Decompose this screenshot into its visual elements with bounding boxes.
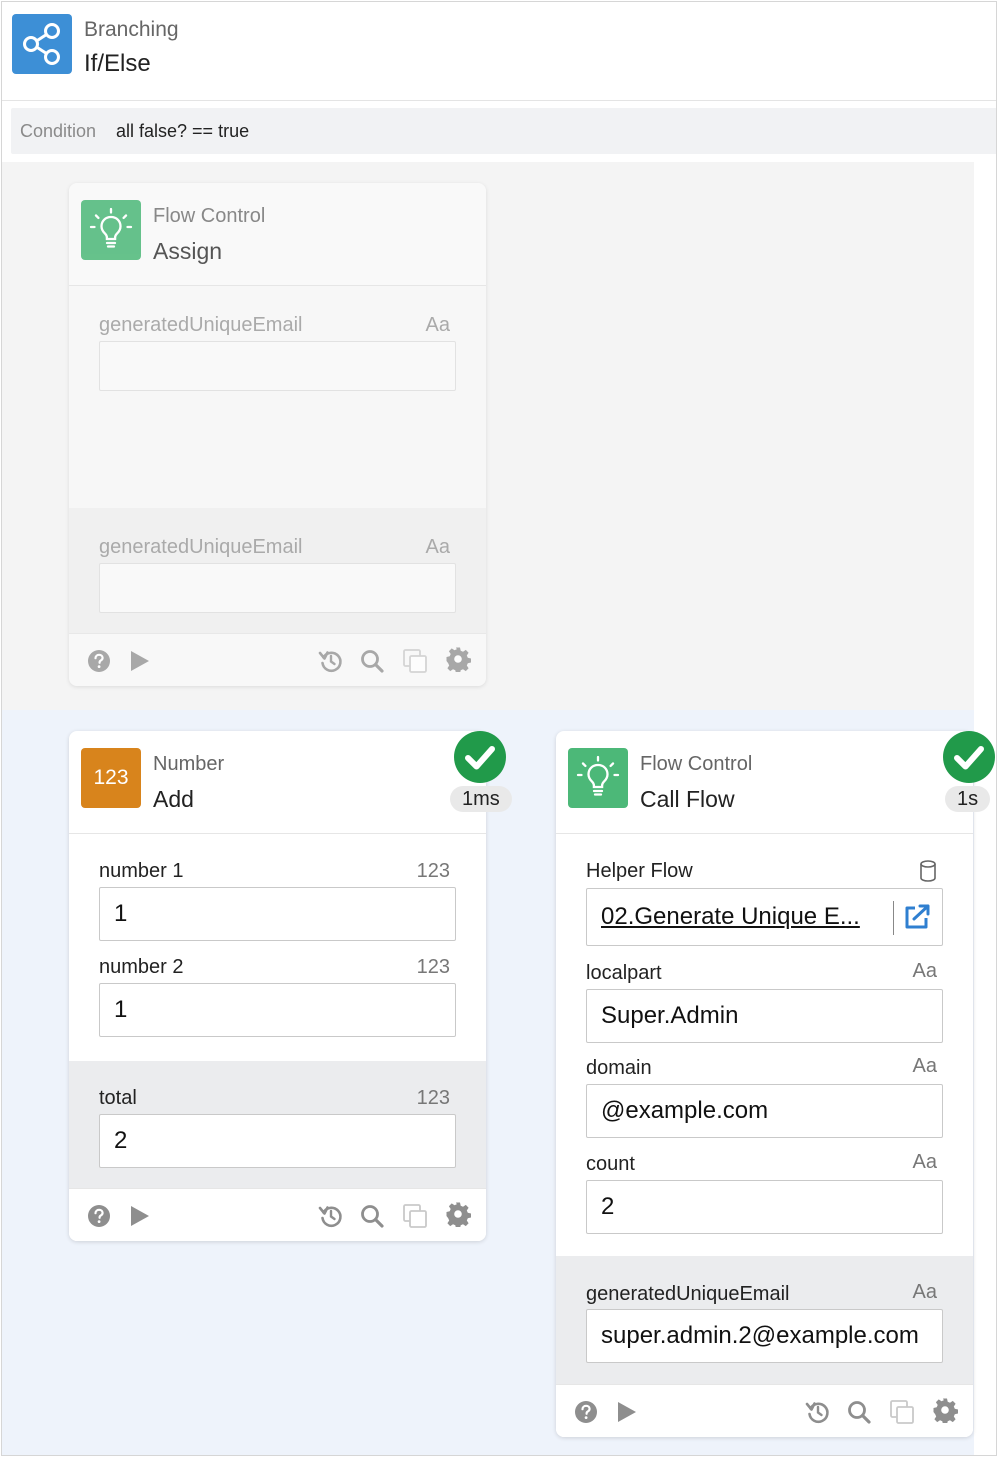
gear-icon[interactable] <box>445 1201 471 1227</box>
field-label: generatedUniqueEmail <box>99 536 303 558</box>
field-label: localpart <box>586 962 662 984</box>
field-label: generatedUniqueEmail <box>586 1283 790 1305</box>
card-toolbar <box>69 1188 486 1241</box>
card-toolbar <box>69 633 486 686</box>
field-label: count <box>586 1153 635 1175</box>
copy-icon[interactable] <box>402 648 428 674</box>
field-label: total <box>99 1087 137 1109</box>
divider <box>893 901 894 935</box>
inputs-section: number 1 123 1 number 2 123 1 <box>69 834 486 1061</box>
assign-card[interactable]: Flow Control Assign generatedUniqueEmail… <box>69 183 486 686</box>
search-icon[interactable] <box>359 648 385 674</box>
card-category: Flow Control <box>153 205 266 227</box>
card-title: Add <box>153 786 194 812</box>
card-title: Assign <box>153 238 223 264</box>
field-label: number 2 <box>99 956 184 978</box>
duration-badge: 1ms <box>450 786 512 812</box>
history-icon[interactable] <box>318 1203 344 1229</box>
gear-icon[interactable] <box>445 646 471 672</box>
run-icon[interactable] <box>126 1203 152 1229</box>
helper-flow-field[interactable]: 02.Generate Unique E... <box>586 888 943 946</box>
domain-input[interactable]: @example.com <box>586 1084 943 1138</box>
history-icon[interactable] <box>805 1399 831 1425</box>
card-category: Number <box>153 753 225 775</box>
success-check-icon <box>943 731 995 783</box>
add-card[interactable]: 123 Number Add 1ms number 1 123 1 number… <box>69 731 512 1241</box>
inputs-section: Helper Flow 02.Generate Unique E... loca… <box>556 834 973 1256</box>
field-label: Helper Flow <box>586 860 693 882</box>
card-title: Call Flow <box>640 786 735 812</box>
gear-icon[interactable] <box>932 1397 958 1423</box>
type-indicator: Aa <box>425 536 450 558</box>
outputs-section: generatedUniqueEmail Aa super.admin.2@ex… <box>556 1256 973 1385</box>
outputs-section: generatedUniqueEmail Aa <box>69 508 486 634</box>
total-output[interactable]: 2 <box>99 1114 456 1168</box>
field-label: generatedUniqueEmail <box>99 314 303 336</box>
header-title: If/Else <box>84 50 151 77</box>
copy-icon[interactable] <box>889 1399 915 1425</box>
run-icon[interactable] <box>613 1399 639 1425</box>
help-icon[interactable] <box>86 1203 112 1229</box>
generated-email-output[interactable]: super.admin.2@example.com <box>586 1309 943 1363</box>
assign-input-field[interactable] <box>99 341 456 391</box>
flow-canvas: Branching If/Else Condition all false? =… <box>1 1 997 1456</box>
count-input[interactable]: 2 <box>586 1180 943 1234</box>
copy-icon[interactable] <box>402 1203 428 1229</box>
help-icon[interactable] <box>86 648 112 674</box>
duration-badge: 1s <box>945 786 991 812</box>
type-indicator: 123 <box>416 1087 450 1109</box>
type-indicator: Aa <box>912 1055 937 1077</box>
database-icon <box>920 860 936 882</box>
inputs-section: generatedUniqueEmail Aa <box>69 286 486 508</box>
external-link-icon[interactable] <box>902 903 932 931</box>
success-check-icon <box>454 731 506 783</box>
lightbulb-icon <box>81 200 141 260</box>
number-icon: 123 <box>81 748 141 808</box>
type-indicator: Aa <box>912 1281 937 1303</box>
condition-bar[interactable]: Condition all false? == true <box>11 108 996 154</box>
type-indicator: 123 <box>416 956 450 978</box>
assign-output-field[interactable] <box>99 563 456 613</box>
outputs-section: total 123 2 <box>69 1061 486 1189</box>
search-icon[interactable] <box>846 1399 872 1425</box>
history-icon[interactable] <box>318 648 344 674</box>
lightbulb-icon <box>568 748 628 808</box>
localpart-input[interactable]: Super.Admin <box>586 989 943 1043</box>
field-label: domain <box>586 1057 652 1079</box>
number-2-input[interactable]: 1 <box>99 983 456 1037</box>
helper-flow-link[interactable]: 02.Generate Unique E... <box>601 903 860 931</box>
call-flow-card[interactable]: Flow Control Call Flow 1s Helper Flow 02… <box>556 731 995 1437</box>
help-icon[interactable] <box>573 1399 599 1425</box>
condition-label: Condition <box>20 121 97 141</box>
number-1-input[interactable]: 1 <box>99 887 456 941</box>
card-header[interactable]: Flow Control Call Flow <box>556 731 973 834</box>
header-category: Branching <box>84 18 179 41</box>
card-header[interactable]: Flow Control Assign <box>69 183 486 286</box>
type-indicator: Aa <box>912 1151 937 1173</box>
type-indicator: Aa <box>912 960 937 982</box>
share-icon <box>12 14 72 74</box>
type-indicator: Aa <box>425 314 450 336</box>
search-icon[interactable] <box>359 1203 385 1229</box>
card-header[interactable]: 123 Number Add <box>69 731 486 834</box>
card-toolbar <box>556 1384 973 1437</box>
run-icon[interactable] <box>126 648 152 674</box>
condition-expression[interactable]: all false? == true <box>116 121 249 142</box>
branching-header[interactable]: Branching If/Else <box>2 2 996 101</box>
field-label: number 1 <box>99 860 184 882</box>
card-category: Flow Control <box>640 753 753 775</box>
type-indicator: 123 <box>416 860 450 882</box>
